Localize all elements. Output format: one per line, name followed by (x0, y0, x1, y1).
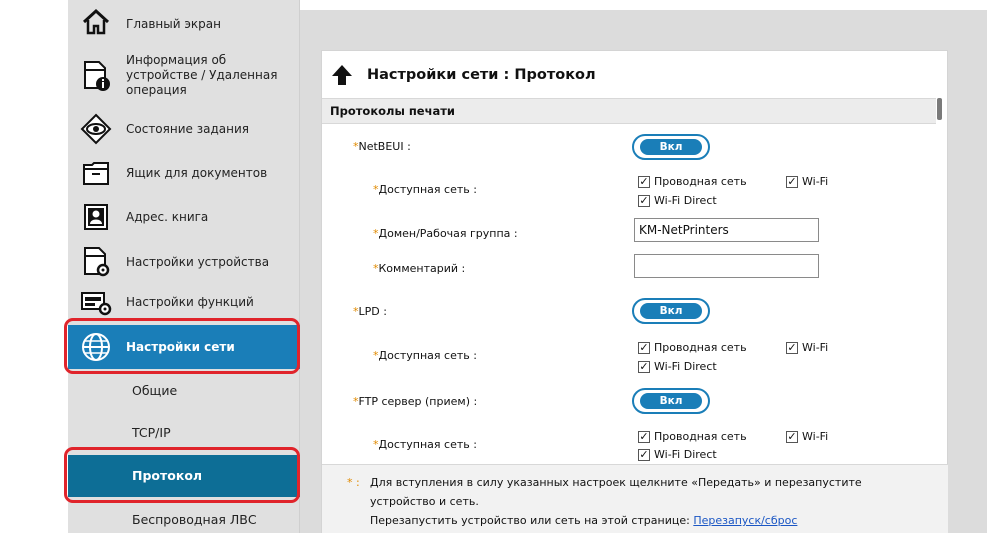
ftp-wifi-direct-checkbox[interactable]: ✓ Wi-Fi Direct (638, 448, 717, 461)
sidebar-item-label: Главный экран (126, 17, 221, 31)
checkmark: ✓ (638, 359, 650, 373)
page-title-text: Настройки сети : Протокол (367, 67, 596, 83)
sidebar-item-label: Настройки устройства (126, 255, 270, 269)
sidebar-item-label: Настройки функций (126, 295, 254, 309)
checkmark: ✓ (786, 340, 798, 354)
domain-input[interactable] (634, 218, 819, 242)
arrow-up-icon[interactable] (329, 62, 355, 88)
comment-input[interactable] (634, 254, 819, 278)
sidebar-item-address-book[interactable]: Адрес. книга (68, 196, 300, 238)
sidebar-item-device-info[interactable]: Информация об устройстве / Удаленная опе… (68, 44, 300, 104)
checkmark: ✓ (638, 429, 650, 443)
footer-line1: Для вступления в силу указанных настроек… (370, 476, 862, 489)
domain-label: *Домен/Рабочая группа : (373, 227, 518, 240)
checkmark: ✓ (638, 340, 650, 354)
ftp-label: *FTP сервер (прием) : (353, 395, 478, 408)
ftp-network-label: *Доступная сеть : (373, 438, 477, 451)
netbeui-network-label: *Доступная сеть : (373, 183, 477, 196)
callout-box-2 (64, 447, 300, 503)
sidebar-item-label: Состояние задания (126, 122, 249, 136)
footer-line2: устройство и сеть. (370, 495, 479, 508)
netbeui-wired-checkbox[interactable]: ✓ Проводная сеть (638, 175, 747, 188)
sidebar-item-function-settings[interactable]: Настройки функций (68, 284, 300, 320)
sidebar-item-document-box[interactable]: Ящик для документов (68, 152, 300, 194)
sidebar-item-label: Адрес. книга (126, 210, 209, 224)
netbeui-label: *NetBEUI : (353, 140, 411, 153)
sidebar-subitem-general[interactable]: Общие (68, 378, 300, 404)
sidebar-item-label-line1: Информация об (126, 53, 227, 67)
sidebar-subitem-wireless-lan[interactable]: Беспроводная ЛВС (68, 507, 300, 533)
lpd-wired-checkbox[interactable]: ✓ Проводная сеть (638, 341, 747, 354)
address-book-icon (80, 201, 112, 233)
page-title: Настройки сети : Протокол (329, 58, 596, 92)
lpd-toggle[interactable]: Вкл (632, 298, 710, 324)
device-settings-icon (80, 246, 112, 278)
ftp-wired-checkbox[interactable]: ✓ Проводная сеть (638, 430, 747, 443)
toggle-label: Вкл (640, 303, 702, 319)
lpd-network-label: *Доступная сеть : (373, 349, 477, 362)
toggle-label: Вкл (640, 139, 702, 155)
folder-icon (80, 157, 112, 189)
section-header: Протоколы печати (322, 98, 936, 124)
sidebar-item-label-line3: операция (126, 83, 187, 97)
netbeui-wifi-checkbox[interactable]: ✓ Wi-Fi (786, 175, 828, 188)
sidebar-item-job-status[interactable]: Состояние задания (68, 108, 300, 150)
function-settings-icon (80, 286, 112, 318)
toggle-label: Вкл (640, 393, 702, 409)
comment-label: *Комментарий : (373, 262, 466, 275)
lpd-wifi-checkbox[interactable]: ✓ Wi-Fi (786, 341, 828, 354)
sidebar-item-label-line2: устройстве / Удаленная (126, 68, 278, 82)
ftp-toggle[interactable]: Вкл (632, 388, 710, 414)
lpd-wifi-direct-checkbox[interactable]: ✓ Wi-Fi Direct (638, 360, 717, 373)
checkmark: ✓ (638, 193, 650, 207)
checkmark: ✓ (638, 174, 650, 188)
eye-icon (80, 113, 112, 145)
sidebar-item-device-settings[interactable]: Настройки устройства (68, 240, 300, 284)
ftp-wifi-checkbox[interactable]: ✓ Wi-Fi (786, 430, 828, 443)
sidebar-item-home[interactable]: Главный экран (68, 0, 300, 44)
lpd-label: *LPD : (353, 305, 387, 318)
checkmark: ✓ (638, 447, 650, 461)
sidebar-item-label: Ящик для документов (126, 166, 268, 180)
footer-line3: Перезапустить устройство или сеть на это… (370, 514, 798, 527)
device-info-icon (80, 60, 112, 92)
checkmark: ✓ (786, 429, 798, 443)
netbeui-toggle[interactable]: Вкл (632, 134, 710, 160)
checkmark: ✓ (786, 174, 798, 188)
footer-asterisk: * : (347, 476, 360, 489)
callout-box-1 (64, 318, 300, 374)
scrollbar-thumb[interactable] (937, 98, 942, 120)
home-icon (80, 6, 112, 38)
sidebar-subitem-tcpip[interactable]: TCP/IP (68, 420, 300, 446)
netbeui-wifi-direct-checkbox[interactable]: ✓ Wi-Fi Direct (638, 194, 717, 207)
restart-reset-link[interactable]: Перезапуск/сброс (693, 514, 797, 527)
